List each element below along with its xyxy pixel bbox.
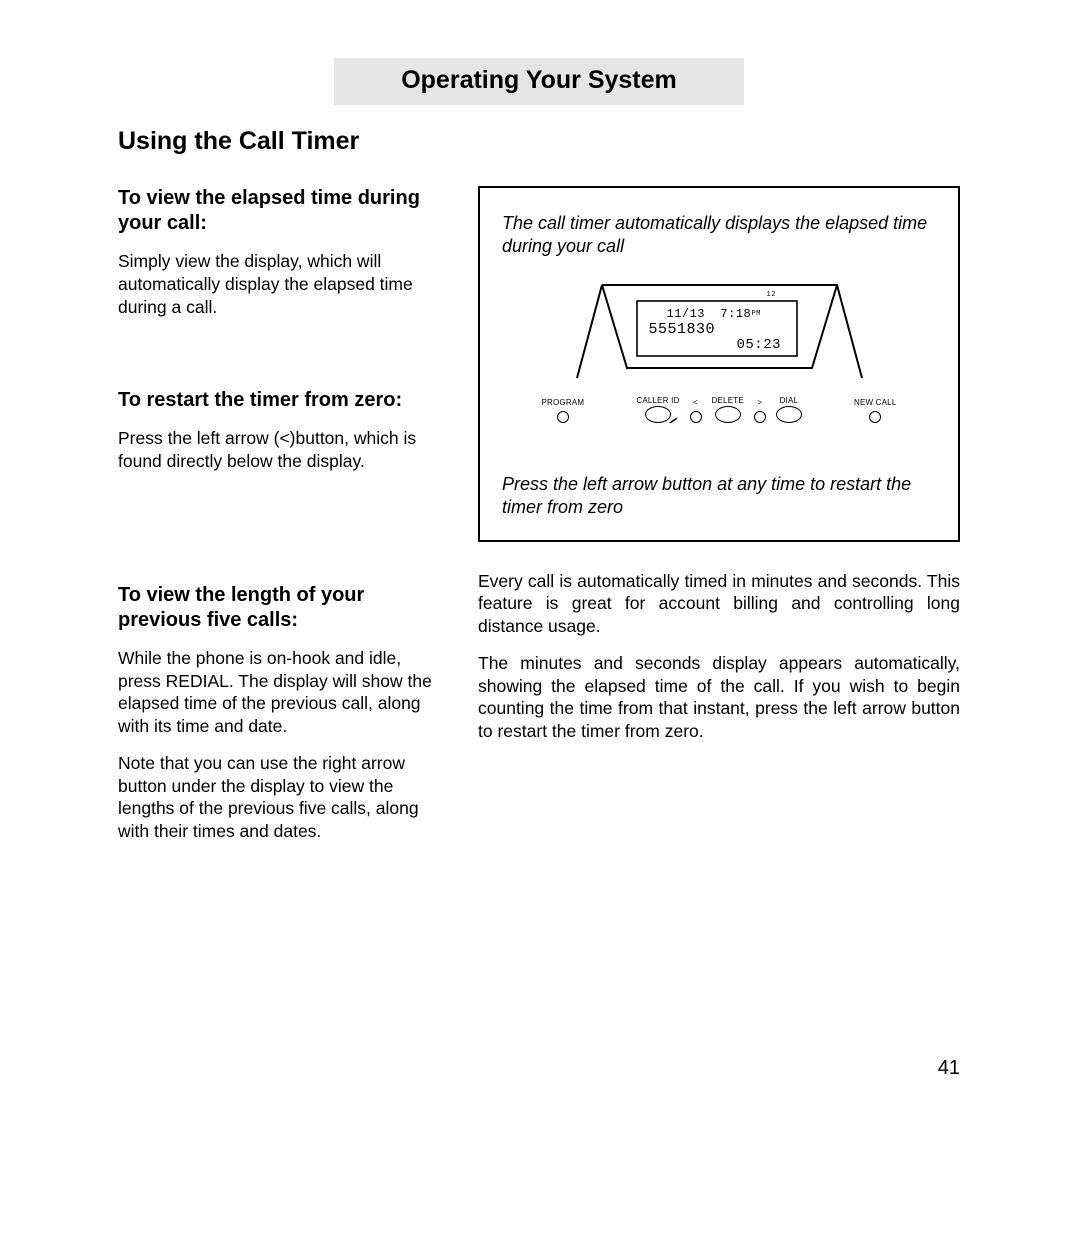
block-restart-timer: To restart the timer from zero: Press th… [118, 388, 438, 473]
block-view-elapsed: To view the elapsed time during your cal… [118, 186, 438, 318]
lcd-ampm: PM [752, 310, 761, 318]
right-para-2: The minutes and seconds display appears … [478, 652, 960, 743]
right-arrow-button-group: > [754, 398, 766, 423]
subhead-restart: To restart the timer from zero: [118, 388, 438, 413]
figure-box: The call timer automatically displays th… [478, 186, 960, 542]
delete-button-group: DELETE [712, 396, 744, 423]
newcall-label: NEW CALL [854, 398, 897, 407]
lcd-date: 11/13 7:18 [667, 307, 752, 321]
left-arrow-button-group: < [690, 398, 702, 423]
header-banner: Operating Your System [334, 58, 744, 105]
left-column: To view the elapsed time during your cal… [118, 186, 438, 857]
right-column: The call timer automatically displays th… [478, 186, 960, 857]
dial-button [776, 406, 802, 423]
content-columns: To view the elapsed time during your cal… [118, 186, 960, 857]
left-arrow-label: < [693, 398, 698, 407]
program-button-group: PROGRAM [542, 398, 585, 423]
dial-label: DIAL [780, 396, 799, 405]
caption-bottom: Press the left arrow button at any time … [502, 473, 936, 520]
left-arrow-button [690, 411, 702, 423]
mid-buttons: CALLER ID < DELETE [636, 396, 801, 423]
body-restart: Press the left arrow (<)button, which is… [118, 427, 438, 473]
lcd-indicator-12: 12 [767, 291, 776, 299]
callerid-button [645, 406, 671, 423]
caption-top: The call timer automatically displays th… [502, 212, 936, 259]
subhead-view-elapsed: To view the elapsed time during your cal… [118, 186, 438, 236]
device-button-row: PROGRAM CALLER ID < [542, 396, 897, 423]
device-illustration: 12 11/13 7:18 PM 5551830 05:23 PROGRAM [542, 273, 897, 423]
lcd-timer: 05:23 [737, 337, 782, 353]
callerid-button-group: CALLER ID [636, 396, 679, 423]
manual-page: Operating Your System Using the Call Tim… [0, 0, 1080, 1260]
lcd-date-value: 11/13 [667, 307, 706, 321]
dial-button-group: DIAL [776, 396, 802, 423]
delete-button [715, 406, 741, 423]
body-previous-1: While the phone is on-hook and idle, pre… [118, 647, 438, 738]
program-label: PROGRAM [542, 398, 585, 407]
right-arrow-button [754, 411, 766, 423]
newcall-button-group: NEW CALL [854, 398, 897, 423]
right-para-1: Every call is automatically timed in min… [478, 570, 960, 638]
lcd-phone-number: 5551830 [649, 321, 716, 338]
section-title: Using the Call Timer [118, 127, 960, 156]
right-arrow-label: > [757, 398, 762, 407]
lcd-time-value: 7:18 [720, 307, 751, 321]
newcall-button [869, 411, 881, 423]
body-view-elapsed: Simply view the display, which will auto… [118, 250, 438, 318]
block-previous-calls: To view the length of your previous five… [118, 583, 438, 843]
delete-label: DELETE [712, 396, 744, 405]
page-number: 41 [938, 1057, 960, 1080]
body-previous-2: Note that you can use the right arrow bu… [118, 752, 438, 843]
subhead-previous: To view the length of your previous five… [118, 583, 438, 633]
callerid-label: CALLER ID [636, 396, 679, 405]
program-button [557, 411, 569, 423]
